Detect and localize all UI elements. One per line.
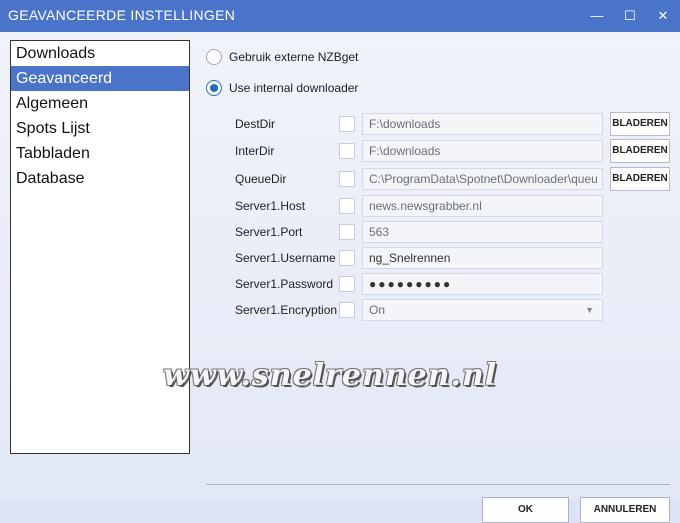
internal-downloader-label: Use internal downloader (229, 81, 359, 95)
chevron-down-icon: ▼ (585, 305, 594, 315)
footer-divider (206, 484, 670, 485)
interdir-browse-button[interactable]: BLADEREN (610, 139, 670, 163)
encryption-label: Server1.Encryption (235, 303, 338, 317)
interdir-checkbox[interactable] (339, 143, 355, 159)
interdir-field[interactable]: F:\downloads (362, 140, 603, 162)
username-label: Server1.Username (235, 251, 336, 265)
host-checkbox[interactable] (339, 198, 355, 214)
port-checkbox[interactable] (339, 224, 355, 240)
settings-panel: Downloads Geavanceerd downloads Algemeen… (0, 32, 680, 523)
destdir-browse-button[interactable]: BLADEREN (610, 112, 670, 136)
queuedir-browse-button[interactable]: BLADEREN (610, 167, 670, 191)
nav-item-general[interactable]: Algemeen (11, 91, 189, 116)
close-button[interactable]: ✕ (652, 6, 674, 26)
window-title: GEAVANCEERDE INSTELLINGEN (8, 7, 236, 23)
port-field[interactable]: 563 (362, 221, 603, 243)
maximize-button[interactable]: ☐ (619, 6, 641, 26)
destdir-field[interactable]: F:\downloads (362, 113, 603, 135)
encryption-dropdown[interactable]: On ▼ (362, 299, 603, 321)
radio-internal[interactable] (206, 80, 222, 96)
external-nzbget-option[interactable]: Gebruik externe NZBget (206, 47, 358, 67)
password-label: Server1.Password (235, 277, 334, 291)
nav-item-spots-list[interactable]: Spots Lijst (11, 116, 189, 141)
nav-item-downloads[interactable]: Downloads (11, 41, 189, 66)
nav-item-database[interactable]: Database (11, 166, 189, 191)
username-field[interactable]: ng_Snelrennen (362, 247, 603, 269)
destdir-checkbox[interactable] (339, 116, 355, 132)
destdir-label: DestDir (235, 117, 276, 131)
queuedir-field[interactable]: C:\ProgramData\Spotnet\Downloader\queu (362, 168, 603, 190)
nav-item-tabs[interactable]: Tabbladen (11, 141, 189, 166)
external-nzbget-label: Gebruik externe NZBget (229, 50, 359, 64)
queuedir-checkbox[interactable] (339, 171, 355, 187)
radio-external[interactable] (206, 49, 222, 65)
password-field[interactable]: ●●●●●●●●● (362, 273, 603, 295)
nav-item-advanced-downloads[interactable]: Geavanceerd downloads (11, 66, 189, 112)
minimize-button[interactable]: — (586, 6, 608, 26)
ok-button[interactable]: OK (482, 497, 569, 523)
encryption-value: On (369, 303, 386, 317)
encryption-checkbox[interactable] (339, 302, 355, 318)
cancel-button[interactable]: ANNULEREN (580, 497, 670, 523)
port-label: Server1.Port (235, 225, 303, 239)
host-label: Server1.Host (235, 199, 306, 213)
password-checkbox[interactable] (339, 276, 355, 292)
internal-downloader-option[interactable]: Use internal downloader (206, 78, 358, 98)
title-bar: GEAVANCEERDE INSTELLINGEN — ☐ ✕ (0, 0, 680, 32)
host-field[interactable]: news.newsgrabber.nl (362, 195, 603, 217)
username-checkbox[interactable] (339, 250, 355, 266)
interdir-label: InterDir (235, 144, 275, 158)
queuedir-label: QueueDir (235, 172, 287, 186)
watermark: www.snelrennen.nl (163, 358, 498, 393)
